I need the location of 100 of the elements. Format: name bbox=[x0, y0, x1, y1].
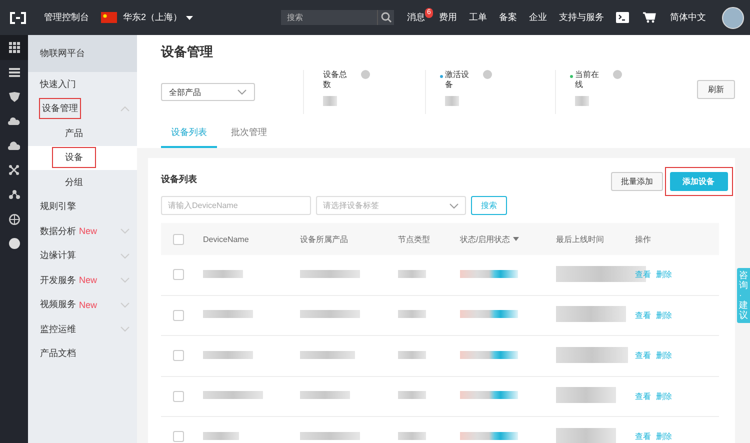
sidebar-item[interactable]: 设备 bbox=[28, 146, 137, 170]
blurred-text bbox=[398, 432, 426, 440]
menu-label: 监控运维 bbox=[40, 322, 76, 336]
stat-label: 激活设备 bbox=[445, 70, 470, 90]
blurred-text bbox=[556, 387, 616, 404]
blurred-status bbox=[460, 350, 518, 359]
blurred-value bbox=[445, 96, 459, 106]
avatar[interactable] bbox=[722, 6, 744, 28]
new-tag: New bbox=[79, 226, 98, 236]
sidebar-item[interactable]: 产品 bbox=[28, 121, 137, 146]
blurred-text bbox=[300, 391, 350, 400]
sidebar-item[interactable]: 设备管理 bbox=[28, 96, 137, 121]
sidebar-item[interactable]: 视频服务 New bbox=[28, 292, 137, 317]
column-header[interactable]: 状态/启用状态 bbox=[460, 234, 556, 244]
top-nav-link[interactable]: 支持与服务 bbox=[558, 11, 604, 24]
checkbox[interactable] bbox=[173, 234, 184, 244]
menu-label: 产品文档 bbox=[40, 347, 76, 360]
sidebar-item[interactable]: 规则引擎 bbox=[28, 194, 137, 219]
sidebar-item[interactable]: 产品文档 bbox=[28, 342, 137, 366]
blurred-text bbox=[398, 270, 426, 278]
top-nav-link[interactable]: 备案 bbox=[498, 11, 517, 24]
cloud-icon[interactable] bbox=[8, 141, 20, 150]
column-header: 操作 bbox=[635, 234, 652, 244]
language-link[interactable]: 简体中文 bbox=[670, 11, 706, 24]
checkbox[interactable] bbox=[173, 269, 184, 280]
globe-icon[interactable] bbox=[8, 214, 20, 225]
caret-icon bbox=[186, 16, 194, 20]
blurred-text bbox=[398, 391, 426, 400]
blurred-text bbox=[398, 310, 426, 318]
batch-add-button[interactable]: 批量添加 bbox=[611, 172, 663, 191]
menu-label: 设备管理 bbox=[40, 99, 80, 118]
sidebar-item[interactable]: 开发服务 New bbox=[28, 268, 137, 292]
region-dropdown[interactable]: 华东2（上海） bbox=[123, 11, 194, 24]
blurred-status bbox=[460, 310, 518, 318]
blurred-value bbox=[323, 96, 337, 106]
menu-label: 快速入门 bbox=[40, 78, 76, 91]
list-icon[interactable] bbox=[8, 68, 20, 77]
top-nav-link[interactable]: 消息 bbox=[407, 11, 426, 24]
section-title: 设备列表 bbox=[161, 173, 197, 186]
column-header: 最后上线时间 bbox=[556, 234, 605, 244]
product-dropdown[interactable]: 全部产品 bbox=[161, 83, 255, 101]
blurred-status bbox=[460, 270, 518, 278]
stat-label: 设备总数 bbox=[323, 70, 348, 90]
circle-icon[interactable] bbox=[8, 238, 20, 250]
blurred-value bbox=[575, 96, 589, 106]
console-link[interactable]: 管理控制台 bbox=[44, 11, 89, 24]
logo-icon[interactable] bbox=[9, 12, 27, 24]
blurred-text bbox=[556, 428, 616, 443]
blurred-text bbox=[556, 306, 626, 322]
blurred-status bbox=[460, 432, 518, 440]
network-icon[interactable] bbox=[9, 165, 19, 176]
checkbox[interactable] bbox=[173, 431, 184, 442]
menu-label: 视频服务 bbox=[40, 298, 76, 312]
blurred-text bbox=[300, 350, 355, 359]
menu-label: 分组 bbox=[64, 176, 84, 189]
blurred-text bbox=[203, 391, 263, 400]
device-name-input[interactable]: 请输入DeviceName bbox=[161, 196, 311, 215]
chevron-icon bbox=[237, 89, 247, 95]
blurred-text bbox=[300, 310, 360, 318]
blurred-text bbox=[203, 350, 253, 359]
search-field[interactable]: 搜索 bbox=[281, 10, 378, 25]
sidebar-title: 物联网平台 bbox=[28, 35, 137, 72]
column-header: 节点类型 bbox=[398, 234, 431, 244]
tab[interactable]: 批次管理 bbox=[221, 121, 277, 148]
checkbox[interactable] bbox=[173, 390, 184, 402]
blurred-text bbox=[203, 432, 239, 440]
chevron-icon bbox=[449, 202, 459, 208]
grid-icon[interactable] bbox=[8, 42, 20, 53]
menu-label: 规则引擎 bbox=[40, 200, 76, 214]
sort-icon[interactable] bbox=[513, 237, 520, 241]
menu-label: 边缘计算 bbox=[40, 249, 76, 262]
refresh-button[interactable]: 刷新 bbox=[697, 80, 735, 99]
checkbox[interactable] bbox=[173, 350, 184, 362]
sidebar-item[interactable]: 分组 bbox=[28, 170, 137, 194]
column-header: 设备所属产品 bbox=[300, 234, 349, 244]
blurred-text bbox=[398, 350, 426, 359]
sidebar-item[interactable]: 快速入门 bbox=[28, 72, 137, 96]
cloud-icon[interactable] bbox=[8, 117, 20, 126]
top-nav-link[interactable]: 工单 bbox=[468, 11, 487, 24]
terminal-icon[interactable] bbox=[616, 12, 629, 23]
menu-label: 数据分析 bbox=[40, 224, 76, 238]
shield-icon[interactable] bbox=[8, 92, 20, 102]
sidebar-item[interactable]: 数据分析 New bbox=[28, 219, 137, 244]
menu-label: 产品 bbox=[64, 126, 84, 140]
blurred-text bbox=[556, 346, 628, 363]
top-nav-link[interactable]: 企业 bbox=[528, 11, 547, 24]
page-title: 设备管理 bbox=[161, 43, 214, 61]
sidebar-item[interactable]: 边缘计算 bbox=[28, 244, 137, 268]
sidebar-item[interactable]: 监控运维 bbox=[28, 317, 137, 342]
menu-label: 设备 bbox=[53, 148, 95, 168]
blurred-text bbox=[300, 270, 360, 278]
blurred-text bbox=[203, 270, 243, 278]
column-header: DeviceName bbox=[203, 234, 250, 244]
cart-icon[interactable] bbox=[642, 12, 656, 23]
search-button[interactable] bbox=[377, 10, 394, 25]
stat-label: 当前在线 bbox=[575, 70, 600, 90]
top-nav-link[interactable]: 费用 bbox=[438, 11, 457, 24]
hierarchy-icon[interactable] bbox=[8, 190, 20, 200]
checkbox[interactable] bbox=[173, 310, 184, 321]
flag-icon bbox=[101, 12, 117, 23]
